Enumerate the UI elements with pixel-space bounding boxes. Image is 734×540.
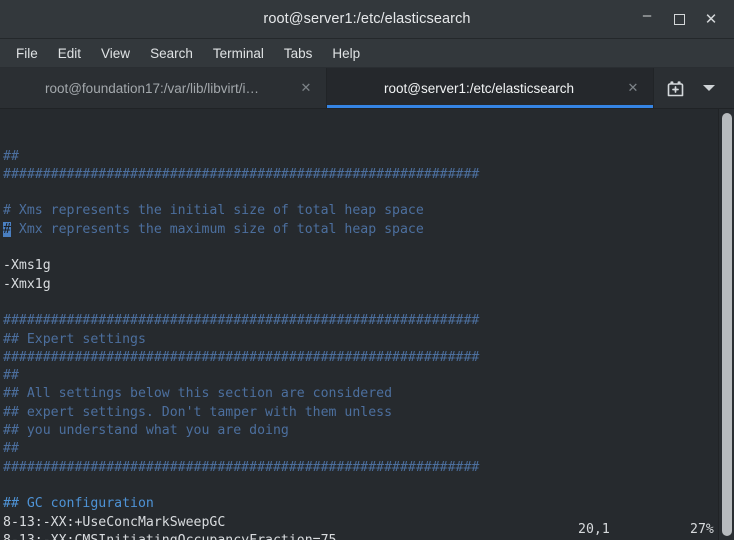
maximize-button[interactable] [664,5,694,33]
terminal-screen[interactable]: ## ######################################… [0,109,718,540]
new-tab-icon [667,80,683,96]
terminal-line: ## [3,441,19,457]
terminal-area: ## ######################################… [0,109,734,540]
menu-item-view[interactable]: View [91,43,140,64]
close-button[interactable]: ✕ [696,5,726,33]
maximize-icon [673,13,685,25]
tab-foundation17[interactable]: root@foundation17:/var/lib/libvirt/i… ✕ [0,68,327,108]
menu-item-search[interactable]: Search [140,43,203,64]
terminal-line: -Xms1g [3,258,51,274]
tab-list-button[interactable] [694,73,724,103]
terminal-line: ## Expert settings [3,331,146,347]
minimize-icon: – [642,7,652,24]
menu-bar: File Edit View Search Terminal Tabs Help [0,39,734,68]
terminal-scrollbar[interactable] [718,109,734,540]
close-icon: ✕ [704,10,718,28]
tab-label: root@server1:/etc/elasticsearch [383,80,575,96]
terminal-line: # Xms represents the initial size of tot… [3,203,424,219]
terminal-line: ########################################… [3,166,480,182]
tab-label: root@foundation17:/var/lib/libvirt/i… [44,80,260,96]
terminal-line: ########################################… [3,459,480,475]
title-bar[interactable]: root@server1:/etc/elasticsearch – ✕ [0,0,734,39]
terminal-line: ## expert settings. Don't tamper with th… [3,404,393,420]
scrollbar-thumb[interactable] [722,113,732,536]
terminal-line: ## All settings below this section are c… [3,386,393,402]
terminal-line: # Xmx represents the maximum size of tot… [3,221,424,237]
terminal-cursor: # [3,221,11,237]
terminal-line: 8-13:-XX:CMSInitiatingOccupancyFraction=… [3,532,718,540]
tab-bar: root@foundation17:/var/lib/libvirt/i… ✕ … [0,68,734,109]
minimize-button[interactable]: – [632,2,662,37]
tab-actions [654,68,734,108]
tab-server1-elasticsearch[interactable]: root@server1:/etc/elasticsearch ✕ [327,68,654,108]
menu-item-tabs[interactable]: Tabs [274,43,323,64]
window-title: root@server1:/etc/elasticsearch [263,11,471,27]
menu-item-file[interactable]: File [6,43,48,64]
tab-close-icon[interactable]: ✕ [298,80,314,96]
terminal-window: root@server1:/etc/elasticsearch – ✕ File… [0,0,734,540]
terminal-line: ## you understand what you are doing [3,423,289,439]
terminal-line: 8-13:-XX:+UseConcMarkSweepGC [3,514,226,530]
chevron-down-icon [703,85,715,91]
terminal-text: ## ######################################… [3,148,718,540]
terminal-line: ########################################… [3,313,480,329]
new-tab-button[interactable] [660,73,690,103]
menu-item-edit[interactable]: Edit [48,43,91,64]
terminal-line: -Xmx1g [3,276,51,292]
tab-close-icon[interactable]: ✕ [625,80,641,96]
terminal-line: ## GC configuration [3,496,154,512]
window-controls: – ✕ [632,2,734,37]
terminal-line: ## [3,148,19,164]
menu-item-terminal[interactable]: Terminal [203,43,274,64]
menu-item-help[interactable]: Help [322,43,370,64]
terminal-line: ########################################… [3,349,480,365]
terminal-line: ## [3,368,19,384]
